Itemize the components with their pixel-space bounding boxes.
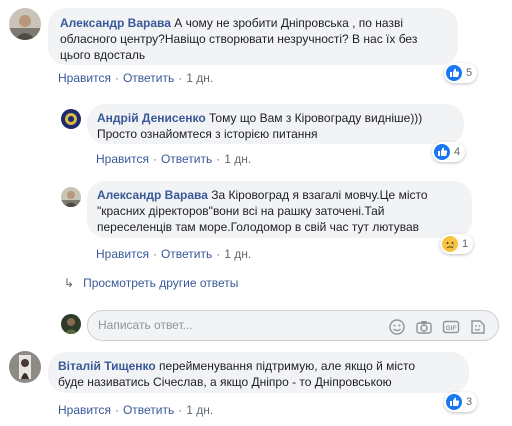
comment-text-line: перейменування підтримую, але якщо й міс… — [159, 359, 416, 373]
more-replies-label: Просмотреть другие ответы — [83, 276, 239, 290]
avatar-aleksandr-varava[interactable] — [61, 187, 81, 207]
comment-text-line: А чому не зробити Дніпровська , по назві — [174, 16, 404, 30]
reply-timestamp[interactable]: 1 дн. — [224, 247, 251, 261]
like-icon — [434, 144, 450, 160]
like-link[interactable]: Нравится — [96, 152, 149, 166]
reaction-summary[interactable]: 3 — [444, 392, 478, 412]
reply-link[interactable]: Ответить — [161, 152, 212, 166]
comment-actions: Нравится · Ответить · 1 дн. — [58, 71, 214, 85]
reply-text-line: "красних діректоров"вони всі на рашку за… — [97, 204, 385, 218]
reaction-summary[interactable]: 4 — [432, 142, 466, 162]
reply-text-line: Просто ознайомтеся з історією питання — [97, 127, 318, 141]
reply-text-line: переселенців там море.Голодомор в свій ч… — [97, 220, 419, 234]
reaction-count: 3 — [466, 396, 473, 408]
reply-link[interactable]: Ответить — [123, 71, 174, 85]
svg-text:GIF: GIF — [446, 325, 457, 332]
reply-author[interactable]: Андрій Денисенко — [97, 111, 206, 125]
sticker-icon[interactable] — [469, 318, 487, 336]
avatar-aleksandr-varava[interactable] — [9, 8, 41, 40]
reply-arrow-icon: ↳ — [64, 276, 75, 290]
current-user-avatar — [61, 314, 81, 334]
comment-bubble: Александр Варава А чому не зробити Дніпр… — [48, 8, 458, 65]
like-link[interactable]: Нравится — [96, 247, 149, 261]
avatar-vitalii-tyshchenko[interactable] — [9, 351, 41, 383]
comment-author[interactable]: Александр Варава — [60, 16, 171, 30]
reply-timestamp[interactable]: 1 дн. — [224, 152, 251, 166]
reply-author[interactable]: Александр Варава — [97, 188, 208, 202]
reaction-count: 4 — [454, 146, 461, 158]
reply-link[interactable]: Ответить — [161, 247, 212, 261]
reply-actions: Нравится · Ответить · 1 дн. — [96, 152, 252, 166]
more-replies-link[interactable]: ↳ Просмотреть другие ответы — [64, 276, 238, 290]
comment-text-line: обласного центру?Навіщо створювати незру… — [60, 32, 418, 46]
reaction-summary[interactable]: 5 — [444, 63, 478, 83]
comment-text-line: буде називатись Січеслав, а якщо Дніпро … — [58, 375, 392, 389]
comment-author[interactable]: Віталій Тищенко — [58, 359, 156, 373]
reply-link[interactable]: Ответить — [123, 403, 174, 417]
comment-timestamp[interactable]: 1 дн. — [186, 71, 213, 85]
like-icon — [446, 394, 462, 410]
comment-text-line: цього вдосталь — [60, 48, 146, 62]
reply-composer[interactable]: GIF — [87, 310, 499, 341]
reaction-count: 5 — [466, 67, 473, 79]
sad-icon — [442, 236, 458, 252]
like-icon — [446, 65, 462, 81]
comment-actions: Нравится · Ответить · 1 дн. — [58, 403, 214, 417]
reply-text-line: Тому що Вам з Кіровограду видніше))) — [209, 111, 423, 125]
reaction-count: 1 — [462, 238, 469, 250]
like-link[interactable]: Нравится — [58, 403, 111, 417]
emoji-icon[interactable] — [388, 318, 406, 336]
reaction-summary[interactable]: 1 — [440, 234, 474, 254]
comment-bubble: Віталій Тищенко перейменування підтримую… — [48, 352, 469, 393]
reply-text-line: За Кіровоград я взагалі мовчу.Це місто — [211, 188, 428, 202]
camera-icon[interactable] — [415, 318, 433, 336]
reply-bubble: Андрій Денисенко Тому що Вам з Кіровогра… — [87, 104, 464, 144]
like-link[interactable]: Нравится — [58, 71, 111, 85]
reply-bubble: Александр Варава За Кіровоград я взагалі… — [87, 181, 472, 238]
gif-icon[interactable]: GIF — [442, 318, 460, 336]
reply-input[interactable] — [98, 318, 378, 332]
reply-actions: Нравится · Ответить · 1 дн. — [96, 247, 252, 261]
comment-timestamp[interactable]: 1 дн. — [186, 403, 213, 417]
avatar-andrii-denysenko[interactable] — [61, 109, 81, 129]
